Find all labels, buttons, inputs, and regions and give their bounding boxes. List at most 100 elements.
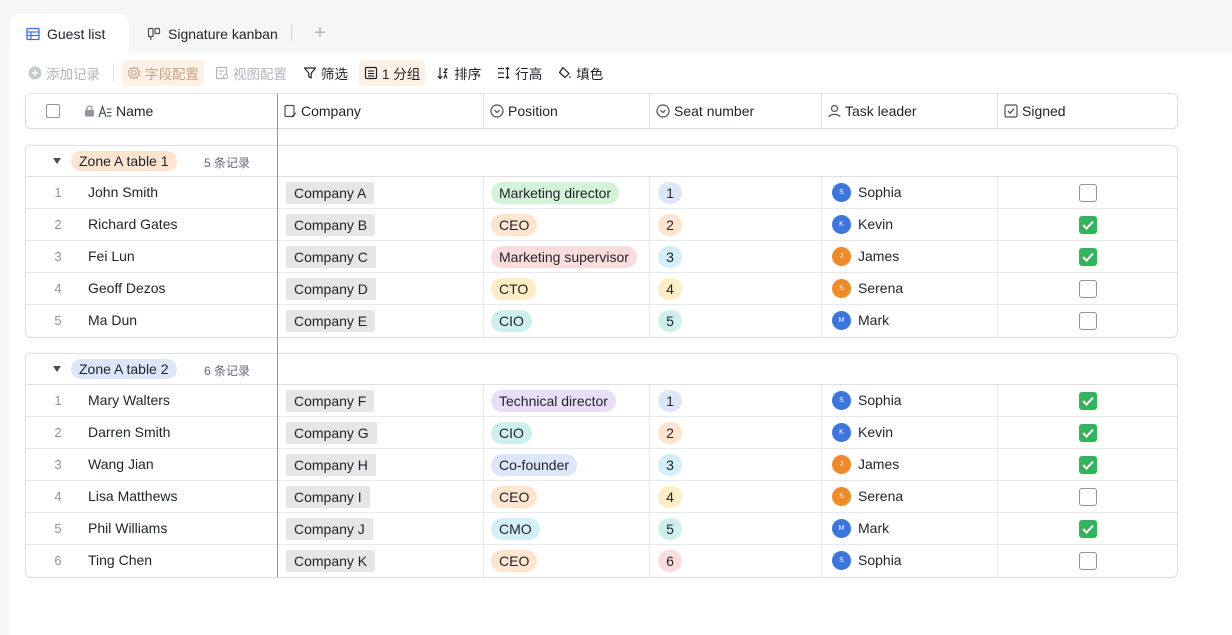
row-height-button[interactable]: 行高 [492, 60, 547, 86]
seat-number-tag[interactable]: 4 [658, 278, 682, 300]
signed-checkbox-checked[interactable] [1079, 248, 1097, 266]
view-config-button[interactable]: 视图配置 [210, 60, 292, 86]
company-tag[interactable]: Company A [286, 182, 375, 204]
task-leader-name[interactable]: Sophia [858, 184, 902, 200]
table-row[interactable]: 4 Geoff Dezos Company D CTO 4 S Serena [26, 273, 1177, 305]
tab-signature-kanban[interactable]: Signature kanban [143, 14, 278, 53]
position-tag[interactable]: Marketing director [491, 182, 620, 204]
seat-number-tag[interactable]: 1 [658, 182, 682, 204]
task-leader-name[interactable]: Serena [858, 280, 903, 296]
table-row[interactable]: 1 John Smith Company A Marketing director 1 S… [26, 177, 1177, 209]
name-cell[interactable]: John Smith [88, 184, 158, 200]
select-all-checkbox[interactable] [46, 104, 60, 118]
company-tag[interactable]: Company I [286, 486, 370, 508]
company-tag[interactable]: Company C [286, 246, 376, 268]
company-tag[interactable]: Company H [286, 454, 376, 476]
table-row[interactable]: 5 Ma Dun Company E CIO 5 M Mark [26, 305, 1177, 337]
name-cell[interactable]: Ting Chen [88, 552, 152, 568]
name-cell[interactable]: Geoff Dezos [88, 280, 166, 296]
position-tag[interactable]: CIO [491, 422, 532, 444]
company-tag[interactable]: Company J [286, 518, 373, 540]
name-cell[interactable]: Wang Jian [88, 456, 154, 472]
company-tag[interactable]: Company E [286, 310, 376, 332]
seat-number-tag[interactable]: 5 [658, 518, 682, 540]
column-header-company[interactable]: Company [278, 94, 361, 128]
signed-checkbox-checked[interactable] [1079, 520, 1097, 538]
table-row[interactable]: 1 Mary Walters Company F Technical director… [26, 385, 1177, 417]
sort-button[interactable]: 排序 [431, 60, 486, 86]
table-row[interactable]: 5 Phil Williams Company J CMO 5 M Mark [26, 513, 1177, 545]
seat-number-tag[interactable]: 3 [658, 246, 682, 268]
table-row[interactable]: 4 Lisa Matthews Company I CEO 4 S Serena [26, 481, 1177, 513]
seat-number-tag[interactable]: 5 [658, 310, 682, 332]
table-row[interactable]: 2 Darren Smith Company G CIO 2 K Kevin [26, 417, 1177, 449]
group-button[interactable]: 1 分组 [359, 60, 426, 86]
position-tag[interactable]: Co-founder [491, 454, 578, 476]
task-leader-name[interactable]: James [858, 248, 899, 264]
group-header[interactable]: Zone A table 2 6 条记录 [26, 354, 1177, 385]
signed-checkbox-checked[interactable] [1079, 424, 1097, 442]
seat-number-tag[interactable]: 3 [658, 454, 682, 476]
position-tag[interactable]: CTO [491, 278, 537, 300]
fill-color-button[interactable]: 填色 [553, 60, 608, 86]
table-row[interactable]: 3 Fei Lun Company C Marketing supervisor 3 J J… [26, 241, 1177, 273]
task-leader-name[interactable]: Serena [858, 488, 903, 504]
signed-checkbox-checked[interactable] [1079, 392, 1097, 410]
group-header[interactable]: Zone A table 1 5 条记录 [26, 146, 1177, 177]
position-tag[interactable]: CIO [491, 310, 532, 332]
name-cell[interactable]: Lisa Matthews [88, 488, 177, 504]
company-tag[interactable]: Company D [286, 278, 376, 300]
signed-checkbox[interactable] [1079, 552, 1097, 570]
column-header-signed[interactable]: Signed [998, 94, 1066, 128]
name-cell[interactable]: Fei Lun [88, 248, 135, 264]
add-view-button[interactable]: + [310, 20, 330, 46]
task-leader-name[interactable]: James [858, 456, 899, 472]
table-row[interactable]: 2 Richard Gates Company B CEO 2 K Kevin [26, 209, 1177, 241]
select-all-checkbox-cell[interactable] [46, 94, 60, 128]
add-record-button[interactable]: 添加记录 [23, 60, 105, 86]
filter-button[interactable]: 筛选 [298, 60, 353, 86]
name-cell[interactable]: Darren Smith [88, 424, 170, 440]
position-tag[interactable]: CMO [491, 518, 540, 540]
company-tag[interactable]: Company K [286, 550, 376, 572]
position-tag[interactable]: CEO [491, 486, 538, 508]
position-tag[interactable]: Technical director [491, 390, 616, 412]
task-leader-name[interactable]: Sophia [858, 552, 902, 568]
collapse-triangle-icon[interactable] [53, 366, 61, 372]
seat-number-tag[interactable]: 6 [658, 550, 682, 572]
task-leader-name[interactable]: Mark [858, 312, 889, 328]
position-tag[interactable]: Marketing supervisor [491, 246, 637, 268]
seat-number-tag[interactable]: 1 [658, 390, 682, 412]
position-tag[interactable]: CEO [491, 214, 538, 236]
tab-guest-list[interactable]: Guest list [10, 14, 129, 53]
signed-checkbox[interactable] [1079, 488, 1097, 506]
signed-checkbox[interactable] [1079, 280, 1097, 298]
signed-checkbox[interactable] [1079, 184, 1097, 202]
task-leader-name[interactable]: Mark [858, 520, 889, 536]
position-tag[interactable]: CEO [491, 550, 538, 572]
company-tag[interactable]: Company F [286, 390, 375, 412]
table-row[interactable]: 3 Wang Jian Company H Co-founder 3 J James [26, 449, 1177, 481]
signed-checkbox-checked[interactable] [1079, 456, 1097, 474]
company-tag[interactable]: Company G [286, 422, 377, 444]
signed-checkbox-checked[interactable] [1079, 216, 1097, 234]
name-cell[interactable]: Richard Gates [88, 216, 177, 232]
seat-number-tag[interactable]: 2 [658, 422, 682, 444]
name-cell[interactable]: Mary Walters [88, 392, 170, 408]
seat-number-tag[interactable]: 4 [658, 486, 682, 508]
table-row[interactable]: 6 Ting Chen Company K CEO 6 S Sophia [26, 545, 1177, 577]
task-leader-name[interactable]: Kevin [858, 424, 893, 440]
seat-number-tag[interactable]: 2 [658, 214, 682, 236]
name-cell[interactable]: Ma Dun [88, 312, 137, 328]
collapse-triangle-icon[interactable] [53, 158, 61, 164]
signed-checkbox[interactable] [1079, 312, 1097, 330]
column-header-position[interactable]: Position [484, 94, 558, 128]
task-leader-name[interactable]: Kevin [858, 216, 893, 232]
column-header-seat-number[interactable]: Seat number [650, 94, 754, 128]
column-header-name[interactable]: Name [84, 94, 153, 128]
task-leader-name[interactable]: Sophia [858, 392, 902, 408]
frozen-column-divider[interactable] [277, 94, 278, 577]
field-config-button[interactable]: 字段配置 [122, 60, 204, 86]
name-cell[interactable]: Phil Williams [88, 520, 167, 536]
column-header-task-leader[interactable]: Task leader [822, 94, 917, 128]
